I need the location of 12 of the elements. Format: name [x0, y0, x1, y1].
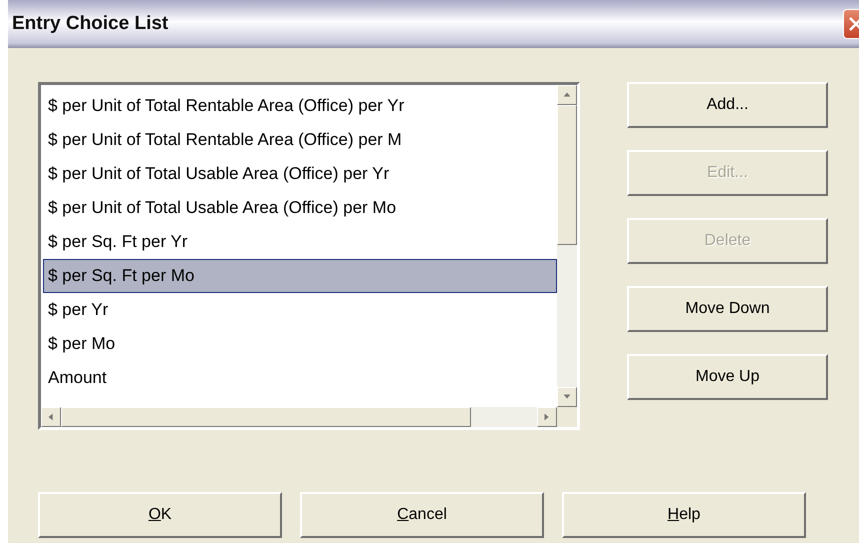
horizontal-scrollbar[interactable]	[41, 407, 557, 427]
action-button[interactable]: Move Down	[627, 286, 828, 332]
action-button[interactable]: Add...	[627, 82, 828, 128]
window-title: Entry Choice List	[12, 13, 168, 35]
scrollbar-corner	[557, 407, 577, 427]
dialog-button[interactable]: Help	[562, 492, 806, 538]
list-item[interactable]: $ per Sq. Ft per Mo	[43, 259, 557, 293]
dialog-button[interactable]: OK	[38, 492, 282, 538]
vertical-scrollbar[interactable]	[557, 85, 577, 407]
action-button[interactable]: Move Up	[627, 354, 828, 400]
choice-list[interactable]	[38, 82, 580, 430]
dialog-button[interactable]: Cancel	[300, 492, 544, 538]
